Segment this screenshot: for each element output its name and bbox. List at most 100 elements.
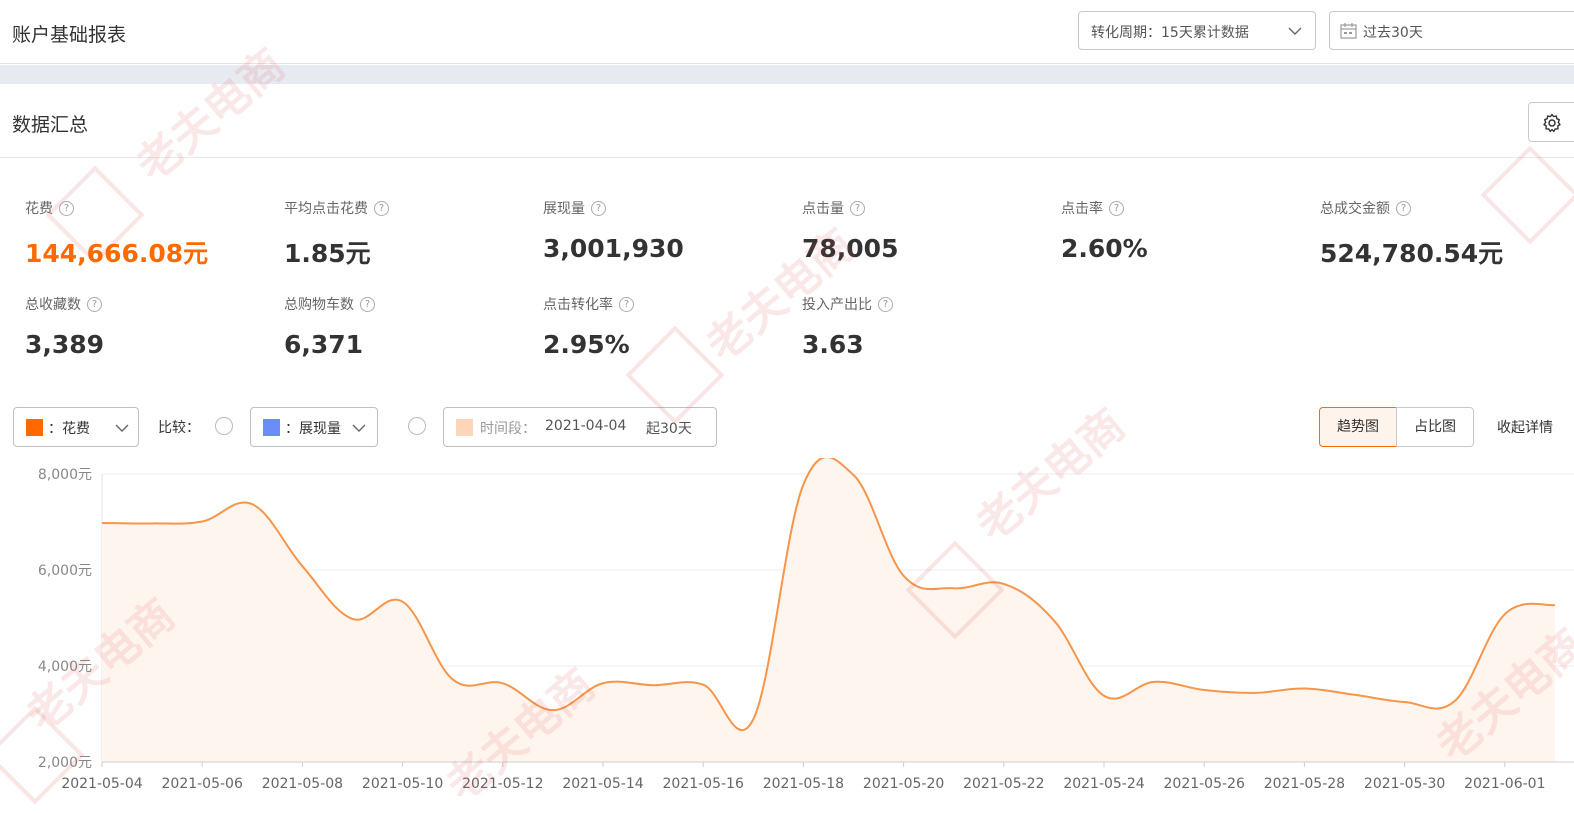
compare-metric-label: ：展现量: [285, 421, 341, 437]
metric-label: 展现量: [543, 201, 585, 217]
x-tick-label: 2021-06-01: [1464, 776, 1545, 792]
data-point[interactable]: [450, 676, 456, 682]
metric-spend: 花费? 144,666.08元: [25, 198, 255, 270]
data-point[interactable]: [750, 716, 756, 722]
conversion-period-select[interactable]: 转化周期：15天累计数据: [1078, 11, 1316, 50]
x-tick-label: 2021-05-26: [1164, 776, 1245, 792]
top-bar: 账户基础报表 转化周期：15天累计数据 过去30天: [0, 0, 1574, 64]
data-point[interactable]: [1151, 679, 1157, 685]
page-title: 账户基础报表: [12, 24, 127, 46]
data-point[interactable]: [901, 573, 907, 579]
compare-metric-radio[interactable]: [215, 417, 233, 435]
metric-clicks: 点击量? 78,005: [802, 198, 1032, 263]
help-icon[interactable]: ?: [878, 296, 893, 312]
metric-label: 点击量: [802, 201, 844, 217]
x-tick-label: 2021-05-22: [963, 776, 1044, 792]
help-icon[interactable]: ?: [591, 200, 606, 216]
data-point[interactable]: [800, 482, 806, 488]
metric-value: 524,780.54元: [1320, 239, 1504, 268]
data-point[interactable]: [550, 707, 556, 713]
data-point[interactable]: [650, 682, 656, 688]
metric-value: 2.95%: [543, 330, 630, 359]
primary-metric-label: ：花费: [48, 421, 90, 437]
metric-ctr: 点击率? 2.60%: [1061, 198, 1291, 263]
x-tick-label: 2021-05-30: [1364, 776, 1445, 792]
compare-label: 比较：: [158, 420, 200, 436]
metric-avg-cpc: 平均点击花费? 1.85元: [284, 198, 514, 270]
metric-label: 总成交金额: [1320, 201, 1390, 217]
date-range-label: 过去30天: [1363, 25, 1423, 41]
help-icon[interactable]: ?: [360, 296, 375, 312]
data-point[interactable]: [249, 501, 255, 507]
help-icon[interactable]: ?: [87, 296, 102, 312]
help-icon[interactable]: ?: [850, 200, 865, 216]
data-point[interactable]: [149, 520, 155, 526]
calendar-icon: [1340, 23, 1357, 39]
data-point[interactable]: [851, 472, 857, 478]
data-point[interactable]: [700, 682, 706, 688]
metric-cvr: 点击转化率? 2.95%: [543, 294, 773, 359]
y-tick-label: 4,000元: [38, 659, 92, 675]
data-point[interactable]: [299, 563, 305, 569]
help-icon[interactable]: ?: [619, 296, 634, 312]
data-point[interactable]: [1452, 698, 1458, 704]
settings-button[interactable]: [1528, 102, 1574, 142]
data-point[interactable]: [1201, 687, 1207, 693]
data-point[interactable]: [1502, 611, 1508, 617]
compare-period-radio[interactable]: [408, 417, 426, 435]
x-tick-label: 2021-05-14: [562, 776, 643, 792]
x-tick-label: 2021-05-06: [162, 776, 243, 792]
date-range-select[interactable]: 过去30天: [1329, 11, 1574, 50]
help-icon[interactable]: ?: [59, 200, 74, 216]
metric-label: 点击转化率: [543, 297, 613, 313]
chevron-down-icon: [352, 424, 366, 432]
y-tick-label: 6,000元: [38, 563, 92, 579]
chevron-down-icon: [1288, 27, 1302, 35]
metric-value: 3.63: [802, 330, 864, 359]
data-point[interactable]: [350, 616, 356, 622]
data-point[interactable]: [1251, 690, 1257, 696]
metric-roi: 投入产出比? 3.63: [802, 294, 1032, 359]
period-start-date: 2021-04-04: [545, 418, 627, 434]
data-point[interactable]: [951, 585, 957, 591]
gear-icon: [1543, 113, 1561, 133]
series-color-swatch: [456, 419, 473, 436]
data-point[interactable]: [1051, 617, 1057, 623]
data-point[interactable]: [99, 520, 105, 526]
data-point[interactable]: [1352, 692, 1358, 698]
x-tick-label: 2021-05-10: [362, 776, 443, 792]
compare-metric-select[interactable]: ：展现量: [250, 407, 378, 447]
spend-trend-chart: 8,000元 6,000元 4,000元 2,000元 2021-05-04 2021-0…: [38, 458, 1574, 792]
metric-label: 总收藏数: [25, 297, 81, 313]
metric-label: 平均点击花费: [284, 201, 368, 217]
data-point[interactable]: [400, 599, 406, 605]
period-length: 起30天: [646, 421, 692, 437]
primary-metric-select[interactable]: ：花费: [13, 407, 139, 447]
section-divider: [0, 65, 1574, 84]
data-point[interactable]: [1001, 581, 1007, 587]
collapse-details-link[interactable]: 收起详情: [1497, 417, 1553, 437]
series-area: [102, 458, 1555, 762]
metric-label: 花费: [25, 201, 53, 217]
compare-period-field[interactable]: 时间段： 2021-04-04 起30天: [443, 407, 717, 447]
metric-value: 1.85元: [284, 239, 371, 268]
data-point[interactable]: [199, 519, 205, 525]
x-tick-label: 2021-05-28: [1264, 776, 1345, 792]
data-point[interactable]: [1301, 686, 1307, 692]
data-point[interactable]: [600, 680, 606, 686]
data-point[interactable]: [1552, 602, 1558, 608]
x-tick-label: 2021-05-24: [1063, 776, 1144, 792]
section-title: 数据汇总: [12, 114, 89, 136]
data-point[interactable]: [1101, 693, 1107, 699]
tab-share[interactable]: 占比图: [1396, 407, 1474, 447]
help-icon[interactable]: ?: [1396, 200, 1411, 216]
data-point[interactable]: [500, 680, 506, 686]
conversion-period-label: 转化周期：15天累计数据: [1091, 25, 1249, 41]
help-icon[interactable]: ?: [1109, 200, 1124, 216]
data-point[interactable]: [1402, 699, 1408, 705]
help-icon[interactable]: ?: [374, 200, 389, 216]
tab-trend[interactable]: 趋势图: [1319, 407, 1397, 447]
x-tick-label: 2021-05-16: [663, 776, 744, 792]
y-tick-label: 8,000元: [38, 467, 92, 483]
metric-impressions: 展现量? 3,001,930: [543, 198, 773, 263]
